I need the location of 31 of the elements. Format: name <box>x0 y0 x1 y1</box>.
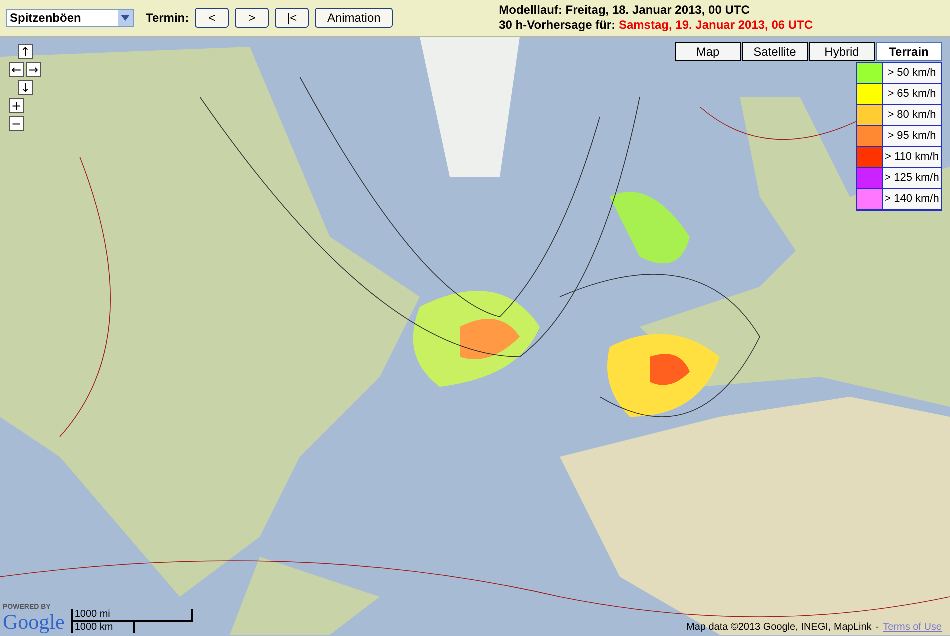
legend-label: > 125 km/h <box>883 168 941 189</box>
model-run-text: Modelllauf: Freitag, 18. Januar 2013, 00 UTC <box>499 3 751 18</box>
animation-button[interactable]: Animation <box>315 8 394 28</box>
legend-label: > 50 km/h <box>883 63 941 84</box>
step-button[interactable]: |< <box>275 8 310 28</box>
pan-down-button[interactable]: ↓ <box>18 80 33 95</box>
parameter-select[interactable]: Spitzenböen <box>6 9 134 27</box>
map-type-tab[interactable]: Satellite <box>742 42 808 61</box>
pan-right-button[interactable]: → <box>26 62 41 77</box>
map-type-tab[interactable]: Terrain <box>876 42 942 61</box>
zoom-in-button[interactable]: + <box>9 98 24 113</box>
termin-label: Termin: <box>146 11 190 25</box>
step-button[interactable]: > <box>235 8 270 28</box>
legend-label: > 110 km/h <box>883 147 941 168</box>
map-type-tab[interactable]: Map <box>675 42 741 61</box>
scale-label: 1000 mi <box>72 609 193 622</box>
zoom-out-button[interactable]: − <box>9 116 24 131</box>
legend-label: > 65 km/h <box>883 84 941 105</box>
separator-text: - <box>876 622 880 633</box>
scale-label: 1000 km <box>72 622 135 633</box>
forecast-text: 30 h-Vorhersage für: Samstag, 19. Januar 2013, 06 UTC <box>499 18 814 33</box>
caret-icon <box>118 10 133 26</box>
pan-up-button[interactable]: ↑ <box>18 44 33 59</box>
step-button[interactable]: < <box>195 8 230 28</box>
logo-text: Google <box>3 611 65 633</box>
legend-label: > 140 km/h <box>883 189 941 210</box>
attribution-text: Map data ©2013 Google, INEGI, MapLink <box>686 622 872 633</box>
legend-label: > 95 km/h <box>883 126 941 147</box>
pan-left-button[interactable]: ← <box>9 62 24 77</box>
map-type-tab[interactable]: Hybrid <box>809 42 875 61</box>
legend-label: > 80 km/h <box>883 105 941 126</box>
